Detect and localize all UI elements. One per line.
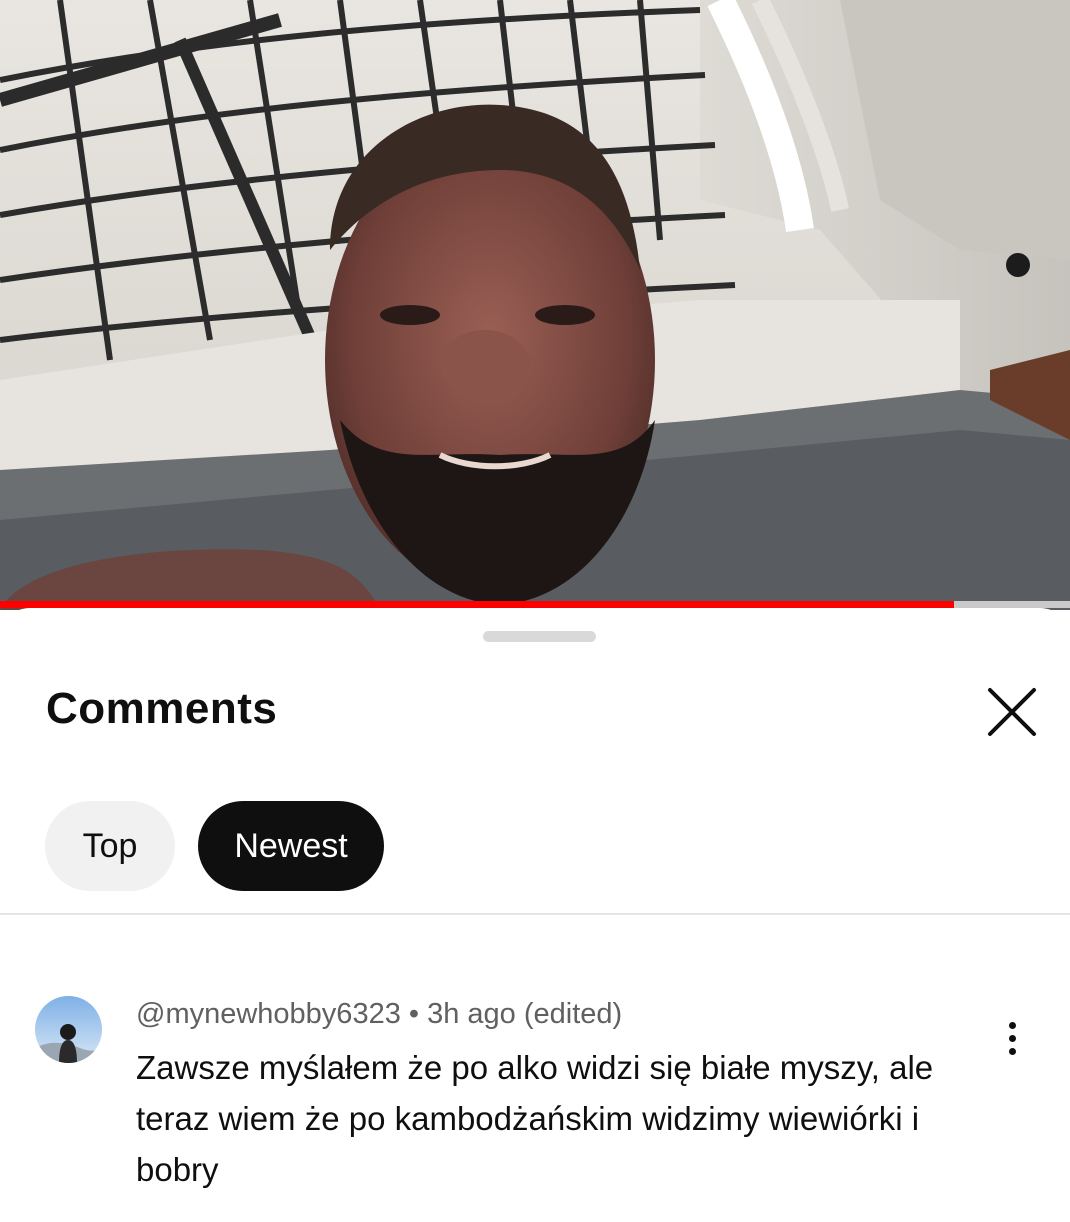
comment-text: Zawsze myślałem że po alko widzi się bia… (136, 1049, 934, 1188)
comment-menu-button[interactable] (992, 1016, 1032, 1060)
close-icon (988, 688, 1036, 736)
drag-handle[interactable] (483, 631, 596, 642)
more-vert-icon-dot (1009, 1035, 1016, 1042)
comment-meta: @mynewhobby6323 • 3h ago (edited) (136, 998, 622, 1031)
video-progress-bar[interactable] (0, 601, 1070, 608)
close-button[interactable] (980, 680, 1044, 744)
video-frame (0, 0, 1070, 610)
video-player[interactable] (0, 0, 1070, 610)
more-vert-icon (1009, 1022, 1016, 1029)
comments-sheet: Comments Top Newest @mynewhobby6323 • 3h… (0, 608, 1070, 1222)
sort-chip-newest[interactable]: Newest (198, 801, 384, 891)
comment-time: 3h ago (edited) (427, 998, 623, 1030)
avatar-image (35, 996, 102, 1063)
comments-title: Comments (46, 684, 278, 733)
divider (0, 913, 1070, 915)
avatar[interactable] (35, 996, 102, 1063)
meta-separator: • (408, 998, 420, 1030)
sort-chips: Top Newest (45, 801, 384, 891)
video-progress-fill (0, 601, 955, 608)
comment-author[interactable]: @mynewhobby6323 (136, 998, 401, 1030)
more-vert-icon-dot (1009, 1048, 1016, 1055)
app-screen: Comments Top Newest @mynewhobby6323 • 3h… (0, 0, 1070, 1222)
sort-chip-top[interactable]: Top (45, 801, 175, 891)
